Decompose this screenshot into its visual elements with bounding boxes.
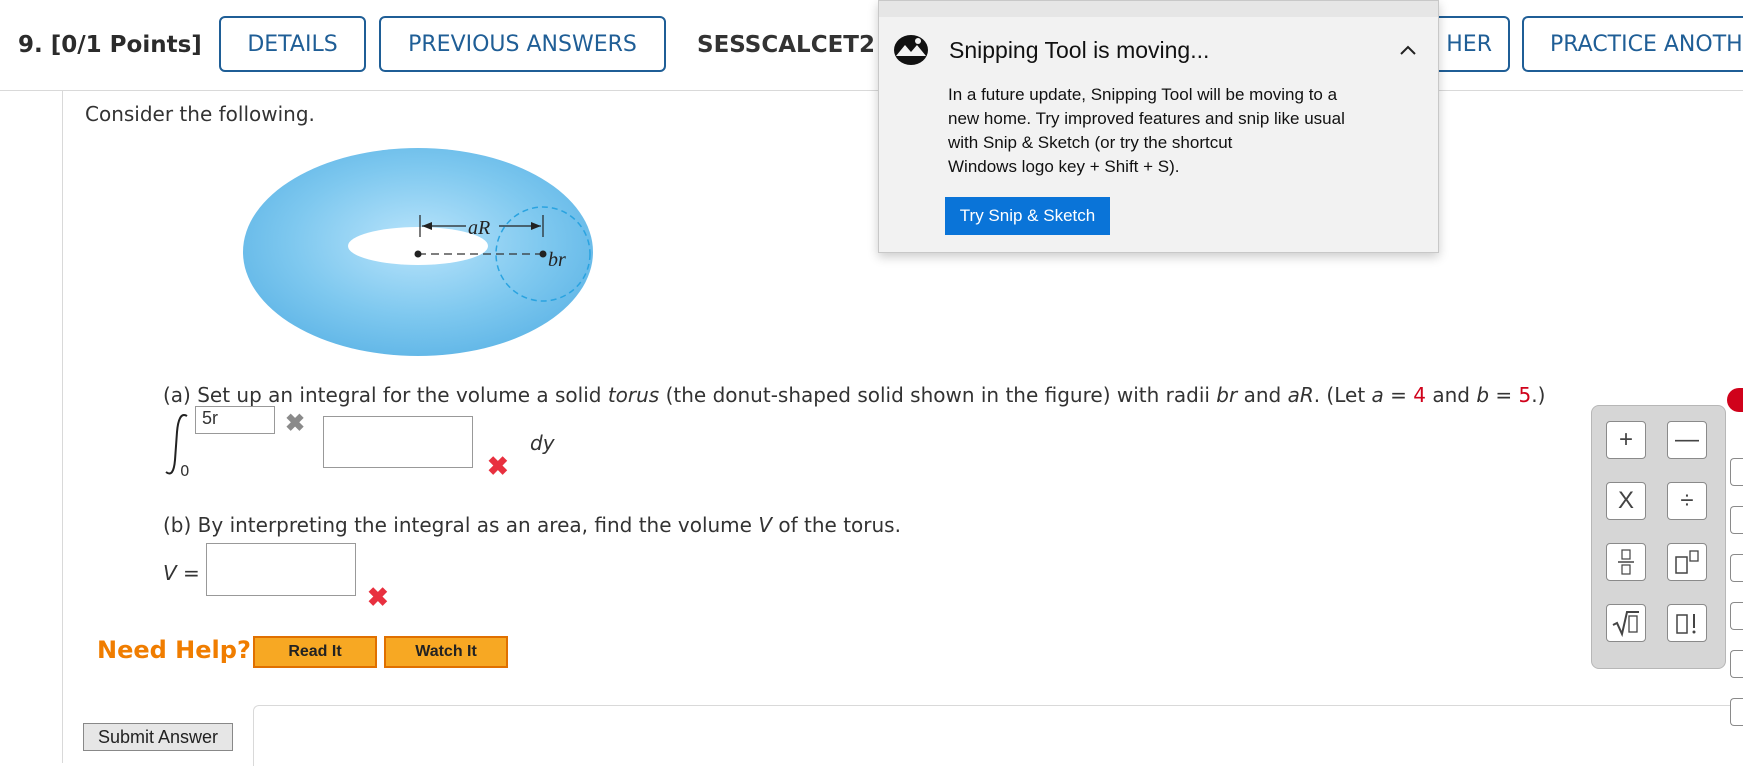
lower-limit: 0 [180, 462, 190, 480]
math-palette: + — X ÷ [1591, 405, 1726, 669]
upper-limit-wrong-icon: ✖ [285, 410, 306, 437]
side-tab[interactable] [1730, 602, 1743, 630]
need-help-label: Need Help? [97, 636, 251, 664]
submit-answer-button[interactable]: Submit Answer [83, 723, 233, 751]
side-tab[interactable] [1730, 650, 1743, 678]
content-left-border [62, 91, 63, 763]
bottom-panel [253, 705, 1743, 766]
volume-label: V = [163, 561, 200, 585]
side-tab[interactable] [1730, 506, 1743, 534]
side-tab[interactable] [1730, 458, 1743, 486]
course-code: SESSCALCET2 7. [697, 32, 908, 58]
integrand-input[interactable] [323, 416, 473, 468]
fraction-icon [1618, 549, 1634, 575]
factorial-icon [1676, 614, 1696, 634]
label-br: br [548, 249, 566, 271]
label-aR: aR [468, 217, 490, 239]
chevron-up-icon[interactable] [1399, 37, 1417, 63]
plus-key[interactable]: + [1606, 421, 1646, 459]
multiply-key[interactable]: X [1606, 482, 1646, 520]
previous-answers-button[interactable]: PREVIOUS ANSWERS [379, 16, 666, 72]
snipping-tool-notification: Snipping Tool is moving... In a future u… [878, 0, 1439, 253]
factorial-key[interactable] [1667, 604, 1707, 642]
torus-figure: aR br [243, 148, 593, 356]
torus-hole [348, 227, 488, 265]
part-b-text: (b) By interpreting the integral as an a… [163, 513, 901, 537]
read-it-button[interactable]: Read It [253, 636, 377, 668]
volume-input[interactable] [206, 543, 356, 596]
volume-wrong-icon: ✖ [367, 582, 389, 612]
sqrt-key[interactable] [1606, 604, 1646, 642]
b-value: 5 [1518, 383, 1532, 407]
part-a-text: (a) Set up an integral for the volume a … [163, 383, 1546, 407]
tube-center-point [539, 250, 547, 258]
toast-top-band [879, 1, 1438, 17]
palette-close-icon[interactable] [1727, 388, 1743, 412]
divide-key[interactable]: ÷ [1667, 482, 1707, 520]
exponent-key[interactable] [1667, 543, 1707, 581]
integrand-wrong-icon: ✖ [487, 451, 509, 481]
side-tab[interactable] [1730, 554, 1743, 582]
sqrt-icon [1612, 611, 1639, 637]
upper-limit-input[interactable]: 5r [195, 406, 275, 434]
exponent-icon [1675, 550, 1699, 574]
toast-title: Snipping Tool is moving... [949, 37, 1210, 63]
center-point [414, 250, 422, 258]
question-intro: Consider the following. [85, 102, 315, 126]
snipping-tool-icon [894, 35, 928, 65]
practice-another-button[interactable]: PRACTICE ANOTH [1522, 16, 1743, 72]
a-value: 4 [1413, 383, 1427, 407]
minus-key[interactable]: — [1667, 421, 1707, 459]
differential-dy: dy [530, 431, 555, 455]
question-number: 9. [0/1 Points] [18, 32, 202, 58]
watch-it-button[interactable]: Watch It [384, 636, 508, 668]
details-button[interactable]: DETAILS [219, 16, 366, 72]
question-header: 9. [0/1 Points] DETAILS PREVIOUS ANSWERS… [0, 0, 1743, 91]
toast-body: In a future update, Snipping Tool will b… [948, 85, 1345, 176]
side-tab[interactable] [1730, 698, 1743, 726]
fraction-key[interactable] [1606, 543, 1646, 581]
try-snip-sketch-button[interactable]: Try Snip & Sketch [945, 197, 1110, 235]
